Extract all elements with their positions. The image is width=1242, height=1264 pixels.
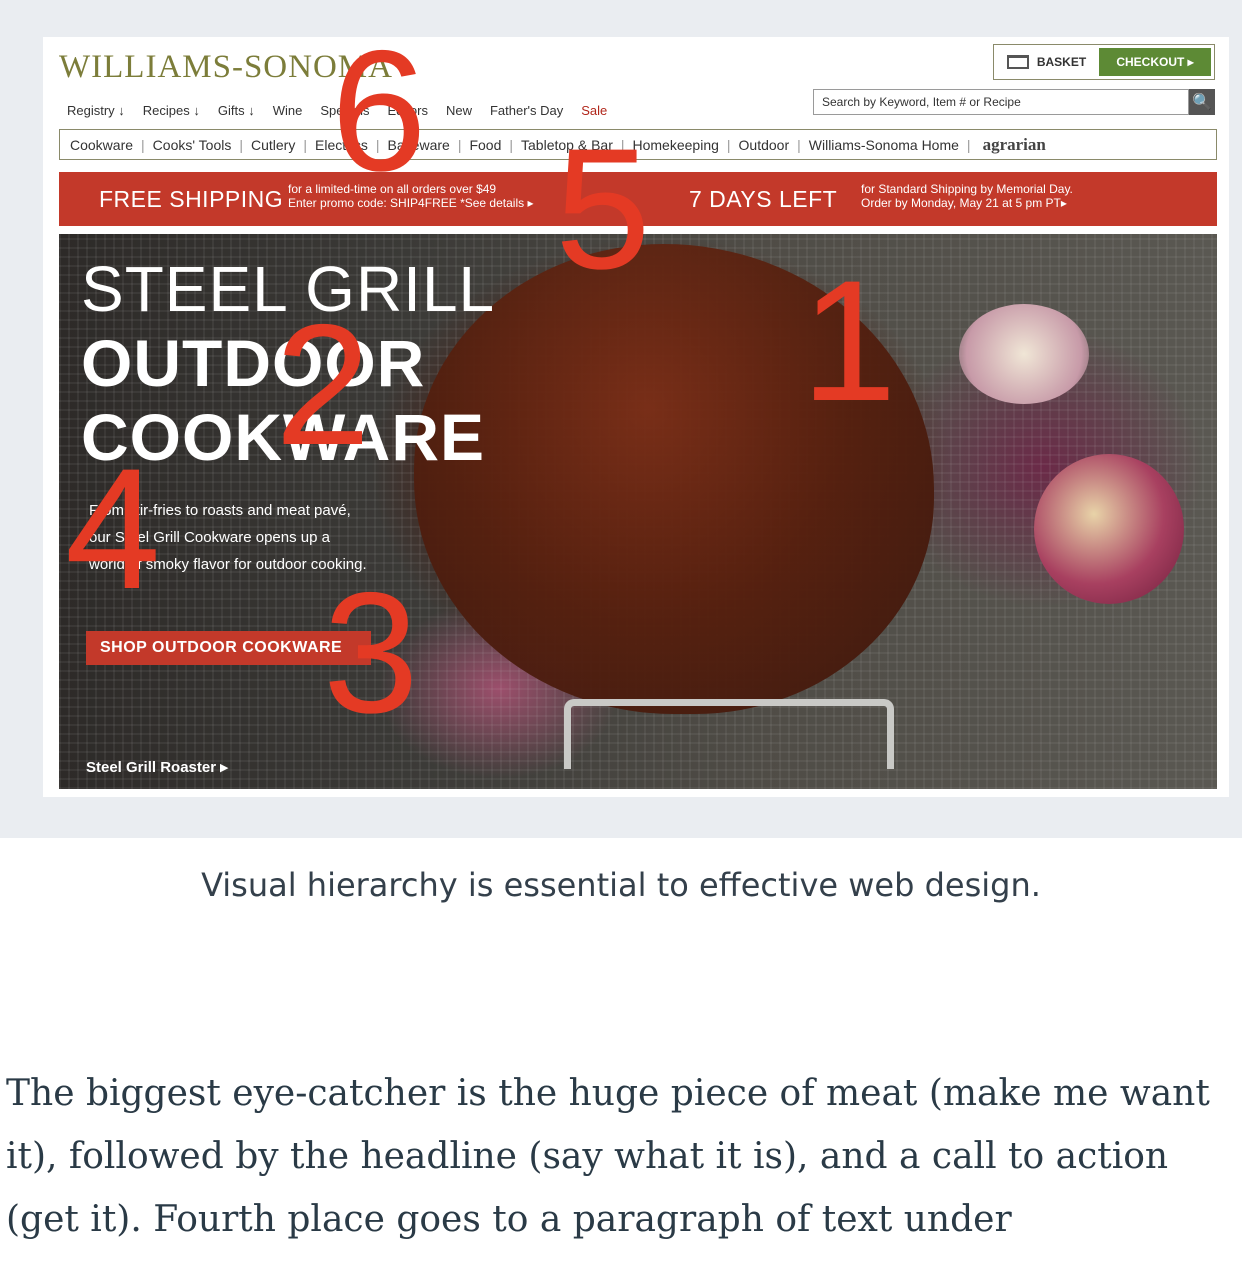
checkout-button[interactable]: CHECKOUT ▸ [1099, 48, 1211, 76]
free-shipping-label: FREE SHIPPING [99, 186, 284, 212]
agrarian-logo[interactable]: agrarian [983, 135, 1046, 155]
divider: | [303, 136, 307, 153]
deadline-line: for Standard Shipping by Memorial Day. [861, 182, 1073, 196]
search-input[interactable]: Search by Keyword, Item # or Recipe [813, 89, 1189, 115]
cat-cooks-tools[interactable]: Cooks' Tools [153, 137, 232, 153]
top-link-recipes[interactable]: Recipes ↓ [143, 103, 200, 118]
onion-image [959, 304, 1089, 404]
top-link-registry[interactable]: Registry ↓ [67, 103, 125, 118]
hierarchy-number-3: 3 [323, 557, 419, 749]
shipping-deadline-note: for Standard Shipping by Memorial Day. O… [861, 182, 1073, 210]
hero-banner[interactable]: STEEL GRILL OUTDOOR COOKWARE From stir-f… [59, 234, 1217, 789]
figure-caption: Visual hierarchy is essential to effecti… [201, 866, 1041, 904]
basket-checkout-box: BASKET CHECKOUT ▸ [993, 44, 1215, 80]
divider: | [457, 136, 462, 153]
basket-button[interactable]: BASKET [994, 55, 1099, 69]
hierarchy-number-5: 5 [555, 113, 651, 305]
website-screenshot: WILLIAMS-SONOMA Registry ↓ Recipes ↓ Gif… [43, 37, 1229, 797]
cat-cutlery[interactable]: Cutlery [251, 137, 295, 153]
divider: | [966, 136, 971, 153]
search-icon: 🔍 [1192, 94, 1212, 111]
basket-label: BASKET [1036, 55, 1087, 69]
hierarchy-number-6: 6 [331, 37, 427, 207]
figure-background: WILLIAMS-SONOMA Registry ↓ Recipes ↓ Gif… [0, 0, 1242, 838]
divider: | [141, 136, 145, 153]
divider: | [509, 136, 514, 153]
top-link-gifts[interactable]: Gifts ↓ [218, 103, 255, 118]
article-paragraph: The biggest eye-catcher is the huge piec… [6, 1073, 1210, 1240]
cat-food[interactable]: Food [469, 137, 501, 153]
hierarchy-number-2: 2 [275, 289, 371, 481]
top-link-wine[interactable]: Wine [273, 103, 303, 118]
hierarchy-number-4: 4 [65, 433, 161, 625]
search-button[interactable]: 🔍 [1189, 89, 1215, 115]
top-link-new[interactable]: New [446, 103, 472, 118]
basket-icon [1006, 55, 1029, 69]
days-left-label: 7 DAYS LEFT [689, 186, 838, 212]
divider: | [239, 136, 243, 153]
divider: | [726, 136, 731, 153]
basket-handle [564, 699, 894, 769]
hierarchy-number-1: 1 [801, 245, 897, 437]
divider: | [797, 136, 801, 153]
cat-cookware[interactable]: Cookware [70, 137, 133, 153]
cat-ws-home[interactable]: Williams-Sonoma Home [809, 137, 959, 153]
top-link-fathers-day[interactable]: Father's Day [490, 103, 563, 118]
steel-grill-roaster-link[interactable]: Steel Grill Roaster ▸ [86, 758, 228, 776]
order-by-link[interactable]: Order by Monday, May 21 at 5 pm PT▸ [861, 196, 1073, 210]
red-onion-image [1034, 454, 1184, 604]
cat-outdoor[interactable]: Outdoor [739, 137, 790, 153]
